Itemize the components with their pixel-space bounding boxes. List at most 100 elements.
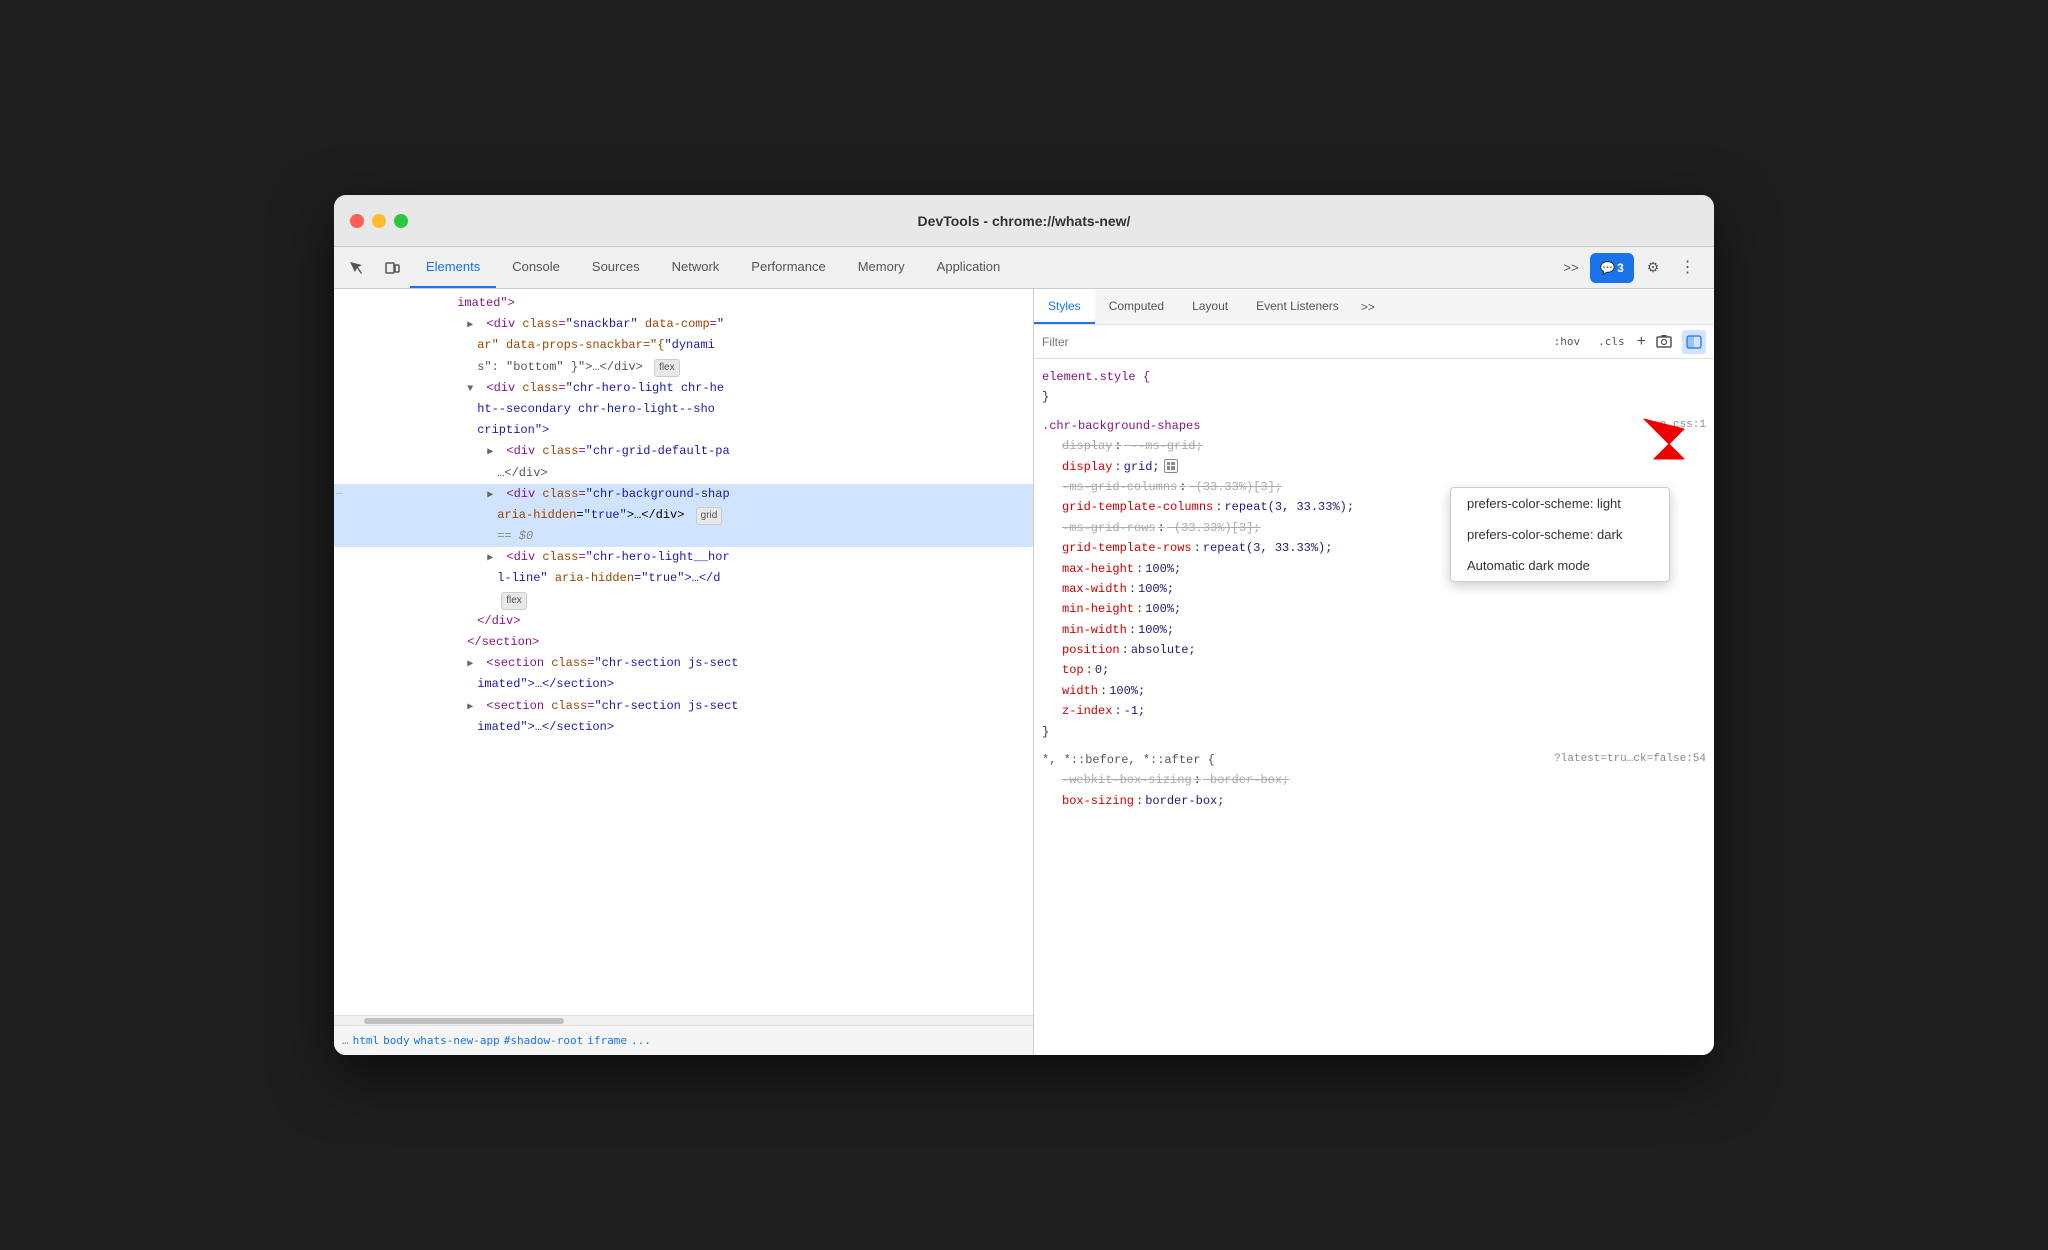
dom-scrollbar[interactable]	[334, 1015, 1033, 1025]
dom-line: l-line" aria-hidden="true">…</d	[334, 568, 1033, 589]
expand-arrow[interactable]: ▶	[467, 657, 479, 673]
more-options-button[interactable]: ⋮	[1672, 253, 1702, 283]
dom-line: ▶ <div class="chr-grid-default-pa	[334, 441, 1033, 462]
tab-sources[interactable]: Sources	[576, 247, 656, 288]
dom-line: ▶ <section class="chr-section js-sect	[334, 696, 1033, 717]
tab-console[interactable]: Console	[496, 247, 576, 288]
tab-performance[interactable]: Performance	[735, 247, 841, 288]
breadcrumb-more[interactable]: ...	[631, 1034, 651, 1047]
expand-arrow[interactable]: ▶	[487, 445, 499, 461]
titlebar: DevTools - chrome://whats-new/	[334, 195, 1714, 247]
dom-line: imated">	[334, 293, 1033, 314]
add-style-button[interactable]: +	[1637, 334, 1646, 350]
breadcrumb-html[interactable]: html	[353, 1034, 380, 1047]
dom-panel: imated"> ▶ <div class="snackbar" data-co…	[334, 289, 1034, 1055]
cls-button[interactable]: .cls	[1592, 333, 1631, 350]
flex-badge[interactable]: flex	[654, 359, 680, 377]
kebab-icon: ⋮	[1680, 260, 1695, 276]
hov-button[interactable]: :hov	[1548, 333, 1587, 350]
color-scheme-button[interactable]	[1682, 330, 1706, 354]
grid-icon[interactable]	[1164, 459, 1178, 473]
dom-line: cription">	[334, 420, 1033, 441]
dom-line: …</div>	[334, 463, 1033, 484]
red-arrow-indicator	[1634, 409, 1694, 469]
screenshot-icon[interactable]	[1652, 330, 1676, 354]
styles-tab-bar: Styles Computed Layout Event Listeners >…	[1034, 289, 1714, 325]
dom-line: ht--secondary chr-hero-light--sho	[334, 399, 1033, 420]
filter-input[interactable]	[1042, 335, 1542, 349]
tab-styles[interactable]: Styles	[1034, 289, 1095, 324]
dom-tree[interactable]: imated"> ▶ <div class="snackbar" data-co…	[334, 289, 1033, 1015]
style-property: min-height : 100%;	[1042, 599, 1706, 619]
tab-memory[interactable]: Memory	[842, 247, 921, 288]
dom-line: ▶ <div class="chr-hero-light__hor	[334, 547, 1033, 568]
dropdown-item-auto[interactable]: Automatic dark mode	[1451, 550, 1669, 581]
expand-arrow[interactable]: ▶	[467, 318, 479, 334]
flex-badge[interactable]: flex	[501, 592, 527, 610]
tab-computed[interactable]: Computed	[1095, 289, 1178, 324]
tab-layout[interactable]: Layout	[1178, 289, 1242, 324]
dom-breadcrumb: … html body whats-new-app #shadow-root i…	[334, 1025, 1033, 1055]
dropdown-item-dark[interactable]: prefers-color-scheme: dark	[1451, 519, 1669, 550]
devtools-tab-bar: Elements Console Sources Network Perform…	[334, 247, 1714, 289]
tab-application[interactable]: Application	[921, 247, 1017, 288]
collapse-arrow[interactable]: ▼	[467, 382, 479, 398]
dropdown-item-light[interactable]: prefers-color-scheme: light	[1451, 488, 1669, 519]
dom-line: imated">…</section>	[334, 717, 1033, 738]
expand-arrow[interactable]: ▶	[487, 488, 499, 504]
dom-line: ▶ <section class="chr-section js-sect	[334, 653, 1033, 674]
dom-line: ar" data-props-snackbar="{"dynami	[334, 335, 1033, 356]
dom-scrollbar-thumb[interactable]	[364, 1018, 564, 1024]
style-property: display: --ms-grid;	[1042, 436, 1706, 456]
style-source-link2[interactable]: ?latest=tru…ck=false:54	[1554, 750, 1706, 769]
dom-line: </div>	[334, 611, 1033, 632]
dom-line: imated">…</section>	[334, 674, 1033, 695]
devtools-window: DevTools - chrome://whats-new/ Elements …	[334, 195, 1714, 1055]
style-property: z-index : -1;	[1042, 701, 1706, 721]
inspect-icon[interactable]	[338, 247, 374, 288]
dom-line-selected: … ▶ <div class="chr-background-shap	[334, 484, 1033, 505]
grid-badge[interactable]: grid	[696, 507, 723, 525]
traffic-lights	[350, 214, 408, 228]
styles-filter-bar: :hov .cls +	[1034, 325, 1714, 359]
more-tabs-button[interactable]: >>	[1556, 253, 1586, 283]
device-toolbar-icon[interactable]	[374, 247, 410, 288]
settings-button[interactable]: ⚙	[1638, 253, 1668, 283]
expand-arrow[interactable]: ▶	[487, 551, 499, 567]
style-property: width : 100%;	[1042, 681, 1706, 701]
styles-content[interactable]: element.style { } .chr-background-shapes…	[1034, 359, 1714, 1055]
expand-arrow[interactable]: ▶	[467, 700, 479, 716]
maximize-button[interactable]	[394, 214, 408, 228]
style-rule-universal: *, *::before, *::after { ?latest=tru…ck=…	[1034, 746, 1714, 815]
minimize-button[interactable]	[372, 214, 386, 228]
dom-line: ▼ <div class="chr-hero-light chr-he	[334, 378, 1033, 399]
tab-elements[interactable]: Elements	[410, 247, 496, 288]
dom-line: ▶ <div class="snackbar" data-comp="	[334, 314, 1033, 335]
styles-more-tabs[interactable]: >>	[1353, 289, 1383, 324]
style-property: position : absolute;	[1042, 640, 1706, 660]
tab-event-listeners[interactable]: Event Listeners	[1242, 289, 1353, 324]
gear-icon: ⚙	[1647, 259, 1660, 276]
breadcrumb-ellipsis[interactable]: …	[342, 1034, 349, 1047]
chat-icon: 💬	[1600, 261, 1615, 275]
breadcrumb-iframe[interactable]: iframe	[587, 1034, 627, 1047]
devtools-tabs-right: >> 💬 3 ⚙ ⋮	[1556, 247, 1710, 288]
ellipsis-marker: …	[336, 485, 342, 501]
chat-button[interactable]: 💬 3	[1590, 253, 1634, 283]
style-property: box-sizing : border-box;	[1042, 791, 1706, 811]
breadcrumb-app[interactable]: whats-new-app	[414, 1034, 500, 1047]
dom-line: flex	[334, 590, 1033, 611]
tab-network[interactable]: Network	[656, 247, 736, 288]
dom-line-selected: aria-hidden="true">…</div> grid	[334, 505, 1033, 526]
devtools-body: imated"> ▶ <div class="snackbar" data-co…	[334, 289, 1714, 1055]
close-button[interactable]	[350, 214, 364, 228]
style-property: display : grid;	[1042, 457, 1706, 477]
window-title: DevTools - chrome://whats-new/	[918, 213, 1131, 229]
breadcrumb-shadow[interactable]: #shadow-root	[504, 1034, 583, 1047]
dom-line-dollar-zero: == $0	[334, 526, 1033, 547]
dom-line: s": "bottom" }">…</div> flex	[334, 357, 1033, 378]
style-property: -webkit-box-sizing: border-box;	[1042, 770, 1706, 790]
color-scheme-dropdown: prefers-color-scheme: light prefers-colo…	[1450, 487, 1670, 582]
style-property: min-width : 100%;	[1042, 620, 1706, 640]
breadcrumb-body[interactable]: body	[383, 1034, 410, 1047]
